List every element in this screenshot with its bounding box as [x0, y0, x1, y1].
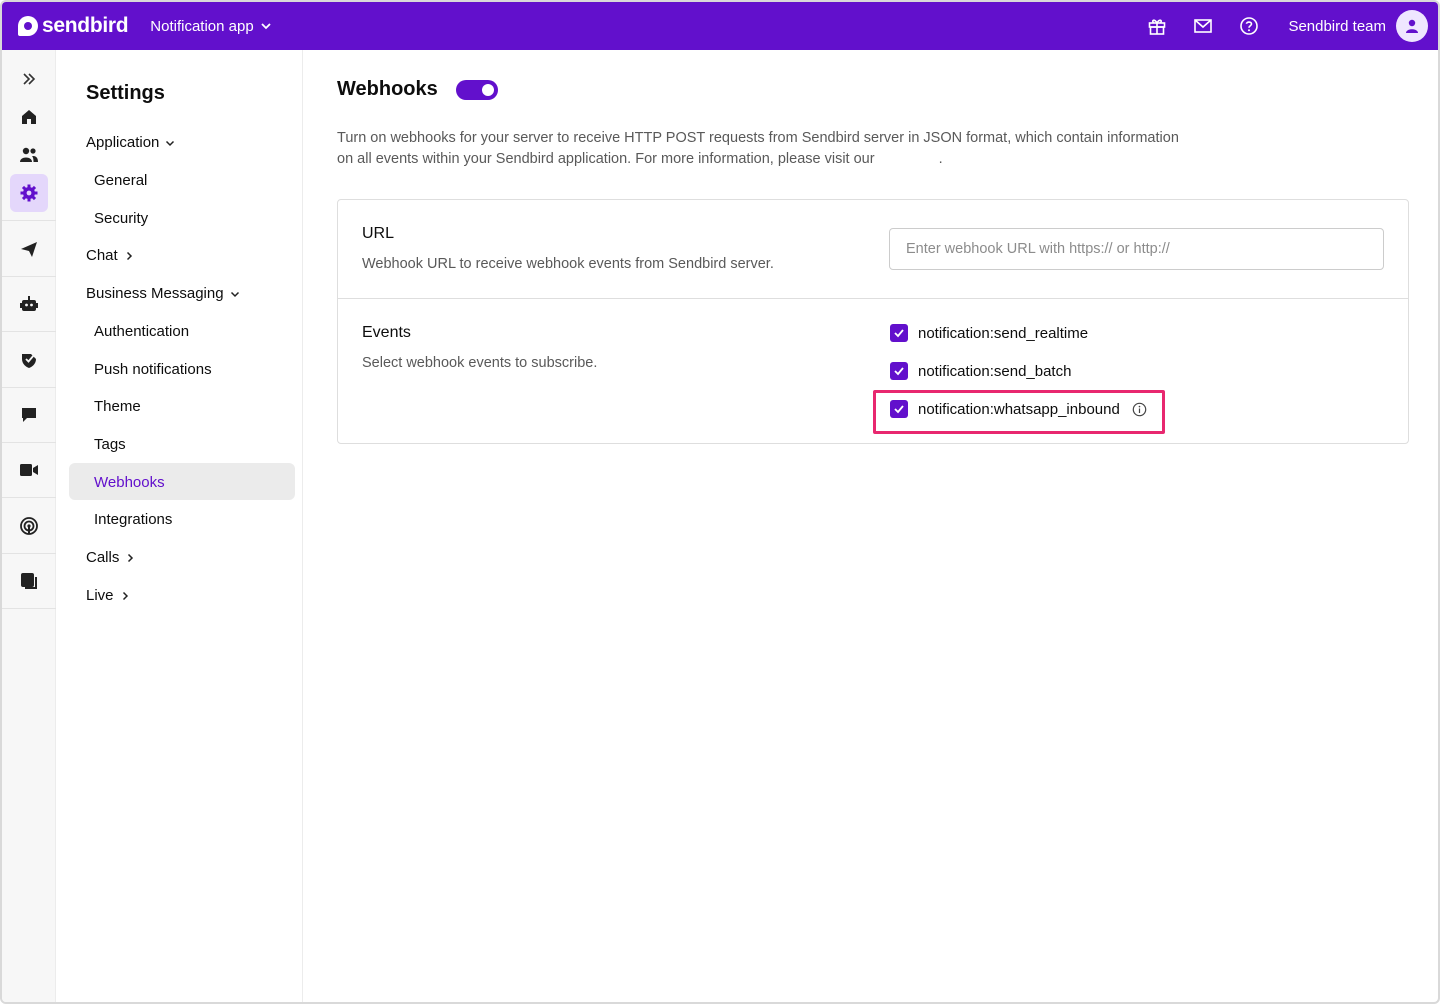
chevron-down-icon [166, 140, 175, 146]
sendbird-logo-icon [18, 16, 38, 36]
event-item-send-batch[interactable]: notification:send_batch [890, 362, 1071, 380]
checkmark-icon [894, 329, 904, 338]
app-name: Notification app [150, 17, 254, 35]
nav-label: Business Messaging [86, 285, 224, 302]
nav-group-business-messaging[interactable]: Business Messaging [86, 285, 240, 302]
section-divider [338, 298, 1408, 299]
top-bar: sendbird Notification app Sendbird team [2, 2, 1438, 50]
top-actions: Sendbird team [1146, 10, 1428, 42]
rail-divider [2, 497, 56, 498]
event-label: notification:send_realtime [918, 324, 1089, 342]
page-title: Webhooks [337, 78, 438, 100]
webhook-settings-card: URL Webhook URL to receive webhook event… [337, 199, 1409, 444]
gift-icon[interactable] [1146, 15, 1168, 37]
nav-label: Calls [86, 549, 120, 566]
chevron-right-icon [128, 553, 134, 562]
intro-line-2-text: on all events within your Sendbird appli… [337, 151, 875, 167]
intro-line-2: on all events within your Sendbird appli… [337, 149, 1237, 170]
nav-item-general[interactable]: General [94, 172, 147, 189]
team-name[interactable]: Sendbird team [1288, 18, 1386, 35]
rail-divider [2, 331, 56, 332]
nav-item-push-notifications[interactable]: Push notifications [94, 361, 212, 378]
nav-group-live[interactable]: Live [86, 587, 130, 604]
settings-nav: Settings Application General Security Ch… [56, 50, 303, 1002]
desk-icon[interactable] [10, 562, 48, 600]
settings-icon[interactable] [10, 174, 48, 212]
nav-item-authentication[interactable]: Authentication [94, 323, 189, 340]
chevron-down-icon [230, 291, 239, 297]
nav-label: Application [86, 134, 160, 151]
nav-group-application[interactable]: Application [86, 134, 175, 151]
nav-label: Live [86, 587, 114, 604]
chevron-down-icon [261, 23, 271, 30]
users-icon[interactable] [10, 136, 48, 174]
rail-divider [2, 553, 56, 554]
rail-divider [2, 387, 56, 388]
moderation-icon[interactable] [10, 341, 48, 379]
mail-icon[interactable] [1192, 15, 1214, 37]
nav-label: Chat [86, 247, 118, 264]
url-section-description: Webhook URL to receive webhook events fr… [362, 256, 774, 272]
intro-line-2-end: . [938, 151, 943, 167]
nav-group-calls[interactable]: Calls [86, 549, 135, 566]
webhook-url-input[interactable] [889, 228, 1384, 270]
chevron-right-icon [122, 591, 128, 600]
nav-item-webhooks[interactable]: Webhooks [94, 474, 165, 491]
expand-icon[interactable] [10, 60, 48, 98]
nav-item-theme[interactable]: Theme [94, 398, 141, 415]
event-label: notification:send_batch [918, 362, 1072, 380]
checkmark-icon [894, 367, 904, 376]
avatar[interactable] [1396, 10, 1428, 42]
home-icon[interactable] [10, 98, 48, 136]
brand-name: sendbird [42, 14, 129, 37]
chat-icon[interactable] [10, 396, 48, 434]
main-content: Webhooks Turn on webhooks for your serve… [303, 50, 1438, 1002]
rail-divider [2, 442, 56, 443]
highlight-box [873, 390, 1165, 434]
video-icon[interactable] [10, 451, 48, 489]
nav-item-security[interactable]: Security [94, 210, 148, 227]
event-checkbox[interactable] [890, 324, 908, 342]
help-icon[interactable] [1238, 15, 1260, 37]
brand-logo[interactable]: sendbird [18, 14, 129, 38]
rail-divider [2, 608, 56, 609]
user-icon [1406, 19, 1418, 33]
event-item-send-realtime[interactable]: notification:send_realtime [890, 324, 1088, 342]
events-section-description: Select webhook events to subscribe. [362, 355, 598, 371]
intro-text: Turn on webhooks for your server to rece… [337, 128, 1237, 170]
nav-item-tags[interactable]: Tags [94, 436, 126, 453]
rail-divider [2, 220, 56, 221]
nav-item-integrations[interactable]: Integrations [94, 511, 172, 528]
app-window: sendbird Notification app Sendbird team [0, 0, 1440, 1004]
page-header: Webhooks [337, 78, 498, 101]
app-switcher[interactable]: Notification app [150, 18, 271, 35]
settings-title: Settings [86, 82, 165, 104]
url-section-title: URL [362, 225, 395, 242]
rail-divider [2, 276, 56, 277]
bot-icon[interactable] [10, 285, 48, 323]
send-icon[interactable] [10, 230, 48, 268]
intro-line-1: Turn on webhooks for your server to rece… [337, 130, 1179, 146]
webhooks-toggle[interactable] [455, 79, 498, 100]
chevron-right-icon [126, 251, 132, 260]
icon-rail [2, 50, 56, 1002]
events-section-title: Events [362, 324, 411, 341]
nav-group-chat[interactable]: Chat [86, 247, 134, 264]
event-checkbox[interactable] [890, 362, 908, 380]
live-icon[interactable] [10, 507, 48, 545]
